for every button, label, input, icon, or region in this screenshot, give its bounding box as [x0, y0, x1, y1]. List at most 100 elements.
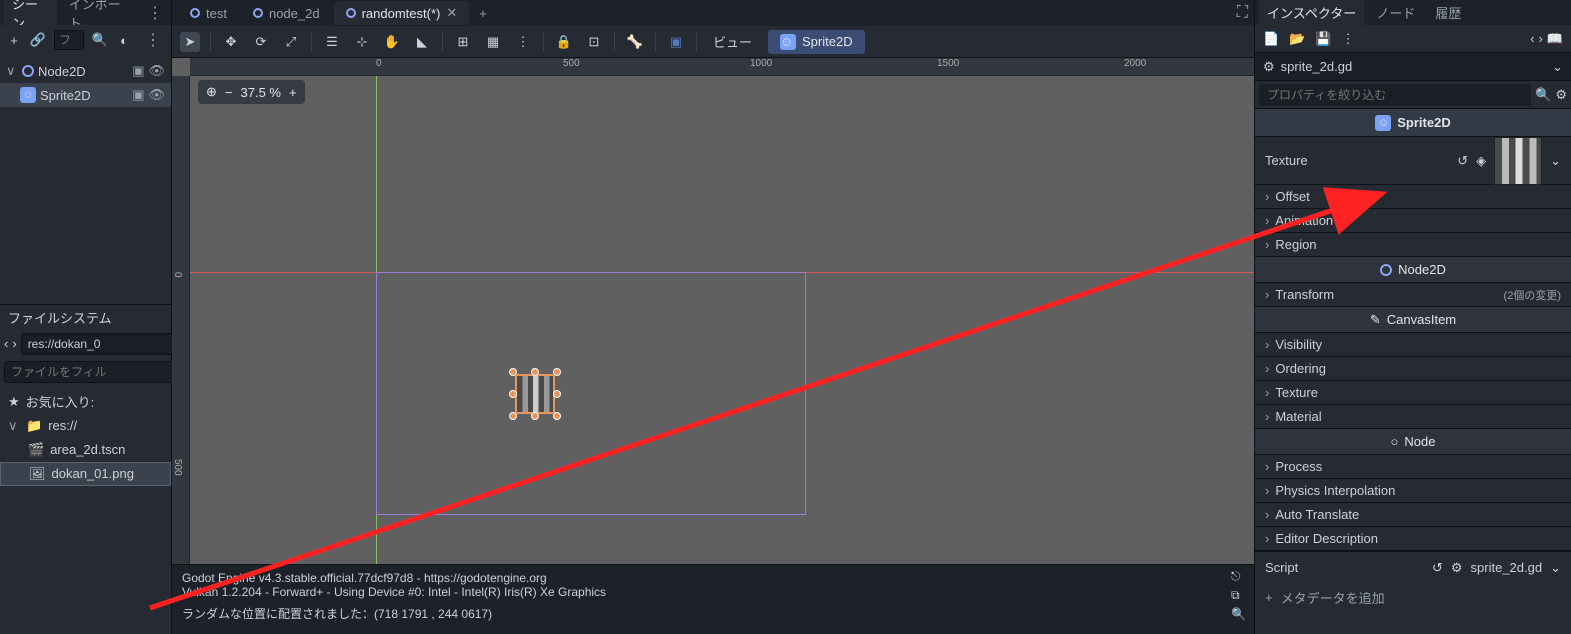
visibility-icon[interactable]: 👁: [148, 87, 165, 103]
list-select-icon[interactable]: ☰: [322, 32, 342, 52]
node-type-chip[interactable]: ☺ Sprite2D: [768, 30, 865, 54]
node-tab[interactable]: ノード: [1368, 0, 1423, 26]
resize-handle-icon[interactable]: [509, 390, 517, 398]
class-header-sprite2d[interactable]: ☺ Sprite2D: [1255, 109, 1571, 137]
group-physics[interactable]: ›Physics Interpolation: [1255, 479, 1571, 503]
revert-icon[interactable]: ↺: [1457, 153, 1468, 169]
add-tab-icon[interactable]: +: [471, 6, 495, 21]
group-texture[interactable]: ›Texture: [1255, 381, 1571, 405]
doc-icon[interactable]: 📖: [1547, 31, 1563, 47]
script-icon[interactable]: ▣: [132, 87, 144, 103]
class-header-node[interactable]: ○ Node: [1255, 429, 1571, 455]
canvas-viewport[interactable]: 0 500 1000 1500 2000 0 500: [172, 58, 1254, 564]
script-property[interactable]: Script ↺ ⚙ sprite_2d.gd ⌄: [1255, 551, 1571, 583]
rotate-tool-icon[interactable]: ⟳: [251, 32, 271, 52]
grid-snap-icon[interactable]: ▦: [483, 32, 503, 52]
scale-tool-icon[interactable]: ⤢: [281, 32, 301, 52]
fs-res-root[interactable]: ∨ 📁 res://: [0, 414, 171, 438]
resize-handle-icon[interactable]: [531, 368, 539, 376]
unique-name-icon[interactable]: ◐: [116, 32, 132, 48]
tab-node2d[interactable]: node_2d: [241, 2, 332, 25]
fs-favorites[interactable]: ★ お気に入り:: [0, 390, 171, 414]
group-material[interactable]: ›Material: [1255, 405, 1571, 429]
class-header-node2d[interactable]: Node2D: [1255, 257, 1571, 283]
select-tool-icon[interactable]: ➤: [180, 32, 200, 52]
output-copy-icon[interactable]: ⧉: [1231, 588, 1246, 603]
scene-filter-input[interactable]: [54, 30, 84, 50]
group-process[interactable]: ›Process: [1255, 455, 1571, 479]
tab-test[interactable]: test: [178, 2, 239, 25]
ruler-tool-icon[interactable]: ◣: [412, 32, 432, 52]
distraction-free-icon[interactable]: ⛶: [1237, 4, 1248, 22]
texture-property[interactable]: Texture ↺ ◈ ⌄: [1255, 137, 1571, 185]
texture-preview[interactable]: [1494, 137, 1542, 185]
add-metadata-button[interactable]: + メタデータを追加: [1255, 583, 1571, 611]
history-tab[interactable]: 履歴: [1427, 0, 1469, 26]
class-header-canvasitem[interactable]: ✎ CanvasItem: [1255, 307, 1571, 333]
center-view-icon[interactable]: ⊕: [206, 84, 217, 100]
nav-fwd-icon[interactable]: ›: [12, 336, 16, 351]
make-unique-icon[interactable]: ◈: [1476, 153, 1486, 169]
group-autotranslate[interactable]: ›Auto Translate: [1255, 503, 1571, 527]
group-editordesc[interactable]: ›Editor Description: [1255, 527, 1571, 551]
fs-item-scene[interactable]: 🎬 area_2d.tscn: [0, 438, 171, 462]
script-icon[interactable]: ▣: [132, 63, 144, 79]
close-icon[interactable]: ✕: [446, 5, 457, 21]
snap-options-icon[interactable]: ⋮: [513, 32, 533, 52]
tree-node-sprite[interactable]: ☺ Sprite2D ▣👁: [0, 83, 171, 107]
instance-icon[interactable]: 🔗: [30, 32, 46, 48]
zoom-out-icon[interactable]: −: [225, 85, 233, 100]
history-fwd-icon[interactable]: ›: [1538, 31, 1542, 47]
chevron-down-icon[interactable]: ⌄: [1550, 560, 1561, 576]
move-tool-icon[interactable]: ✥: [221, 32, 241, 52]
expand-icon[interactable]: ∨: [6, 63, 18, 79]
group-visibility[interactable]: ›Visibility: [1255, 333, 1571, 357]
visibility-icon[interactable]: 👁: [148, 63, 165, 79]
chevron-down-icon[interactable]: ⌄: [1552, 59, 1563, 75]
lock-icon[interactable]: 🔒: [554, 32, 574, 52]
zoom-value[interactable]: 37.5 %: [241, 85, 281, 100]
group-icon[interactable]: ⊡: [584, 32, 604, 52]
search-icon[interactable]: 🔍: [1535, 87, 1551, 103]
fs-filter-input[interactable]: [4, 361, 173, 383]
fs-item-image[interactable]: 🖼 dokan_01.png: [0, 462, 171, 486]
resource-path-row[interactable]: ⚙ sprite_2d.gd ⌄: [1255, 53, 1571, 81]
resize-handle-icon[interactable]: [531, 412, 539, 420]
pivot-tool-icon[interactable]: ⊹: [352, 32, 372, 52]
resize-handle-icon[interactable]: [553, 412, 561, 420]
chevron-down-icon[interactable]: ⌄: [1550, 153, 1561, 169]
zoom-in-icon[interactable]: +: [289, 85, 297, 100]
expand-icon[interactable]: ∨: [8, 418, 20, 434]
scene-menu-icon[interactable]: ⋮: [141, 30, 165, 50]
inspector-menu-icon[interactable]: ⋮: [1342, 31, 1355, 47]
smart-snap-icon[interactable]: ⊞: [453, 32, 473, 52]
tab-randomtest[interactable]: randomtest(*) ✕: [334, 1, 470, 25]
output-search-icon[interactable]: 🔍: [1231, 607, 1246, 621]
sprite-selection[interactable]: [515, 374, 555, 414]
bone-icon[interactable]: 🦴: [625, 32, 645, 52]
nav-back-icon[interactable]: ‹: [4, 336, 8, 351]
group-offset[interactable]: ›Offset: [1255, 185, 1571, 209]
open-resource-icon[interactable]: 📂: [1289, 31, 1305, 47]
group-animation[interactable]: ›Animation: [1255, 209, 1571, 233]
output-pin-icon[interactable]: ⎋: [1231, 569, 1246, 584]
group-region[interactable]: ›Region: [1255, 233, 1571, 257]
new-resource-icon[interactable]: 📄: [1263, 31, 1279, 47]
add-node-icon[interactable]: +: [6, 32, 22, 48]
resize-handle-icon[interactable]: [553, 390, 561, 398]
view-menu-button[interactable]: ビュー: [707, 32, 758, 52]
resize-handle-icon[interactable]: [509, 368, 517, 376]
search-icon[interactable]: 🔍: [92, 32, 108, 48]
tree-node-root[interactable]: ∨ Node2D ▣👁: [0, 59, 171, 83]
dock-menu-icon[interactable]: ⋮: [143, 3, 167, 23]
override-camera-icon[interactable]: ▣: [666, 32, 686, 52]
pan-tool-icon[interactable]: ✋: [382, 32, 402, 52]
group-ordering[interactable]: ›Ordering: [1255, 357, 1571, 381]
save-resource-icon[interactable]: 💾: [1315, 31, 1331, 47]
history-back-icon[interactable]: ‹: [1530, 31, 1534, 47]
filter-options-icon[interactable]: ⚙: [1555, 87, 1567, 103]
resize-handle-icon[interactable]: [509, 412, 517, 420]
resize-handle-icon[interactable]: [553, 368, 561, 376]
revert-icon[interactable]: ↺: [1432, 560, 1443, 576]
group-transform[interactable]: › Transform (2個の変更): [1255, 283, 1571, 307]
